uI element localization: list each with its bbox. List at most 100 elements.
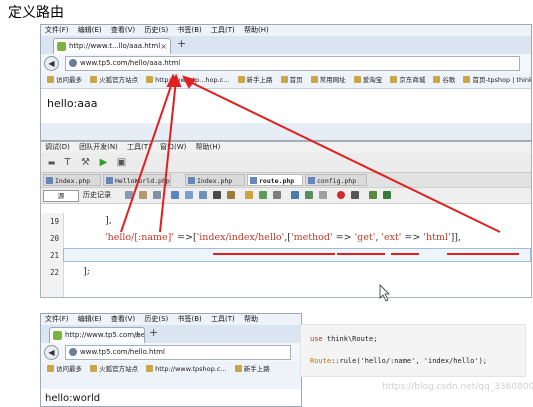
browser2-url-text: www.tp5.com/hello.html xyxy=(80,348,165,356)
stop-icon[interactable] xyxy=(351,191,359,199)
ide-file-tabs: Index.php HelloWorld.php Index.php route… xyxy=(41,172,531,187)
toolbar-icon[interactable] xyxy=(369,191,377,199)
bookmark-item[interactable]: http://www.tp...hop.c... xyxy=(146,76,229,84)
ide-toolbar: ▬ T ⚒ ▶ ▣ xyxy=(41,153,531,172)
menu-history[interactable]: 历史(S) xyxy=(144,315,168,323)
toolbar-icon[interactable] xyxy=(319,191,327,199)
menu-debug[interactable]: 调试(D) xyxy=(45,143,70,151)
line-number: 21 xyxy=(49,251,59,260)
close-tab-icon[interactable]: × xyxy=(160,39,167,54)
bookmark-item[interactable]: 访问最多 xyxy=(47,76,82,84)
menu-edit[interactable]: 编辑(E) xyxy=(78,26,102,34)
toolbar-icon[interactable] xyxy=(273,191,281,199)
bookmark-item[interactable]: 首页-tpshop | thinkp... xyxy=(463,76,531,84)
new-tab-icon[interactable]: + xyxy=(149,326,158,339)
browser2-tab[interactable]: http://www.tp5.com/hello.html × xyxy=(49,327,145,343)
history-button[interactable]: 历史记录 xyxy=(83,189,111,201)
file-tab[interactable]: config.php xyxy=(305,174,367,186)
toolbar-icon[interactable] xyxy=(305,191,313,199)
line-number: 19 xyxy=(49,217,59,226)
toolbar-icon[interactable] xyxy=(213,191,221,199)
bookmark-item[interactable]: http://www.tpshop.c... xyxy=(146,365,227,373)
back-arrow-icon[interactable]: ◀ xyxy=(44,56,59,71)
browser1-url-input[interactable]: www.tp5.com/hello/aaa.html xyxy=(65,56,520,71)
toolbar-icon[interactable] xyxy=(245,191,253,199)
gear-icon xyxy=(47,365,54,372)
bookmark-item[interactable]: 常用网址 xyxy=(310,76,346,84)
menu-view[interactable]: 查看(V) xyxy=(111,315,135,323)
menu-history[interactable]: 历史(S) xyxy=(144,26,168,34)
toolbar-icon[interactable] xyxy=(185,191,193,199)
toolbar-icon[interactable] xyxy=(227,191,235,199)
browser2-page-text: hello:world xyxy=(45,393,101,404)
menu-bookmarks[interactable]: 书签(B) xyxy=(178,315,202,323)
menu-edit[interactable]: 编辑(E) xyxy=(78,315,102,323)
bookmark-item[interactable]: 京东商城 xyxy=(390,76,425,84)
back-arrow-icon[interactable]: ◀ xyxy=(44,345,59,360)
watermark-text: https://blog.csdn.net/qq_33608000 xyxy=(382,382,533,392)
toolbar-icon[interactable] xyxy=(259,191,267,199)
toolbar-icon[interactable] xyxy=(125,191,133,199)
toolbar-icon[interactable] xyxy=(153,191,161,199)
menu-window[interactable]: 窗口(W) xyxy=(160,143,186,151)
code-area[interactable]: 19 20 21 22 ], 'hello/[:name]' =>['index… xyxy=(41,213,531,297)
toolbar-icon[interactable] xyxy=(383,191,391,199)
browser2-tab-title: http://www.tp5.com/hello.html xyxy=(65,331,145,339)
record-icon[interactable] xyxy=(337,191,345,199)
bookmark-item[interactable]: 爱淘宝 xyxy=(353,76,382,84)
firefox-icon xyxy=(90,365,98,372)
browser1-bookmarks-bar: 访问最多 火狐官方站点 http://www.tp...hop.c... 新手上… xyxy=(41,73,531,87)
page-icon xyxy=(390,76,398,83)
bookmark-item[interactable]: 访问最多 xyxy=(47,365,82,373)
globe-icon xyxy=(69,348,77,356)
menu-help[interactable]: 帮助(H) xyxy=(244,26,269,34)
menu-tools[interactable]: 工具(T) xyxy=(211,26,235,34)
menu-team[interactable]: 团队开发(N) xyxy=(79,143,118,151)
toolbar-icon[interactable] xyxy=(139,191,147,199)
menu-bookmarks[interactable]: 书签(B) xyxy=(178,26,202,34)
file-tab[interactable]: HelloWorld.php xyxy=(103,174,171,186)
file-tab[interactable]: Index.php xyxy=(43,174,101,186)
file-tab[interactable]: Index.php xyxy=(185,174,245,186)
source-view-button[interactable]: 源 xyxy=(43,190,79,202)
menu-help[interactable]: 帮助 xyxy=(244,315,258,323)
browser1-tab[interactable]: http://www.t...llo/aaa.html × xyxy=(53,38,171,54)
toolbar-icon[interactable] xyxy=(291,191,299,199)
bookmark-item[interactable]: 首页 xyxy=(280,76,303,84)
line-number: 20 xyxy=(49,234,59,243)
page-icon xyxy=(463,76,471,83)
new-tab-icon[interactable]: + xyxy=(177,37,186,50)
menu-tools[interactable]: 工具(T) xyxy=(211,315,235,323)
toolbar-icon[interactable] xyxy=(171,191,179,199)
php-file-icon xyxy=(308,177,315,184)
menu-view[interactable]: 查看(V) xyxy=(111,26,135,34)
close-tab-icon[interactable]: × xyxy=(134,328,141,343)
dropdown-icon[interactable]: ▬ xyxy=(45,156,58,169)
browser1-footer xyxy=(41,123,531,140)
bookmark-item[interactable]: 火狐官方站点 xyxy=(90,365,138,373)
snippet-line-1: use think\Route; xyxy=(310,335,378,343)
hammer-icon[interactable]: T xyxy=(61,156,74,169)
run-icon[interactable]: ▶ xyxy=(97,156,110,169)
page-icon xyxy=(237,76,245,83)
bookmark-item[interactable]: 火狐官方站点 xyxy=(90,76,138,84)
bookmark-item[interactable]: 新手上路 xyxy=(234,365,270,373)
bookmark-item[interactable]: 谷歌 xyxy=(433,76,455,84)
debug-icon[interactable]: ▣ xyxy=(115,156,128,169)
browser2-url-input[interactable]: www.tp5.com/hello.html xyxy=(65,345,291,360)
menu-tools[interactable]: 工具(T) xyxy=(127,143,151,151)
php-file-icon xyxy=(106,177,113,184)
browser2-bookmarks-bar: 访问最多 火狐官方站点 http://www.tpshop.c... 新手上路 xyxy=(41,362,301,376)
build-icon[interactable]: ⚒ xyxy=(79,156,92,169)
toolbar-icon[interactable] xyxy=(199,191,207,199)
file-tab-active[interactable]: route.php xyxy=(247,174,303,186)
page-icon xyxy=(234,365,242,372)
menu-file[interactable]: 文件(F) xyxy=(45,315,69,323)
menu-file[interactable]: 文件(F) xyxy=(45,26,69,34)
browser2-content: hello:world xyxy=(41,389,301,406)
code-snippet-box: use think\Route; Route::rule('hello/:nam… xyxy=(300,324,526,377)
php-file-icon xyxy=(250,177,257,184)
bookmark-item[interactable]: 新手上路 xyxy=(237,76,273,84)
menu-help[interactable]: 帮助(H) xyxy=(196,143,221,151)
code-line-22: ]; xyxy=(83,266,90,277)
